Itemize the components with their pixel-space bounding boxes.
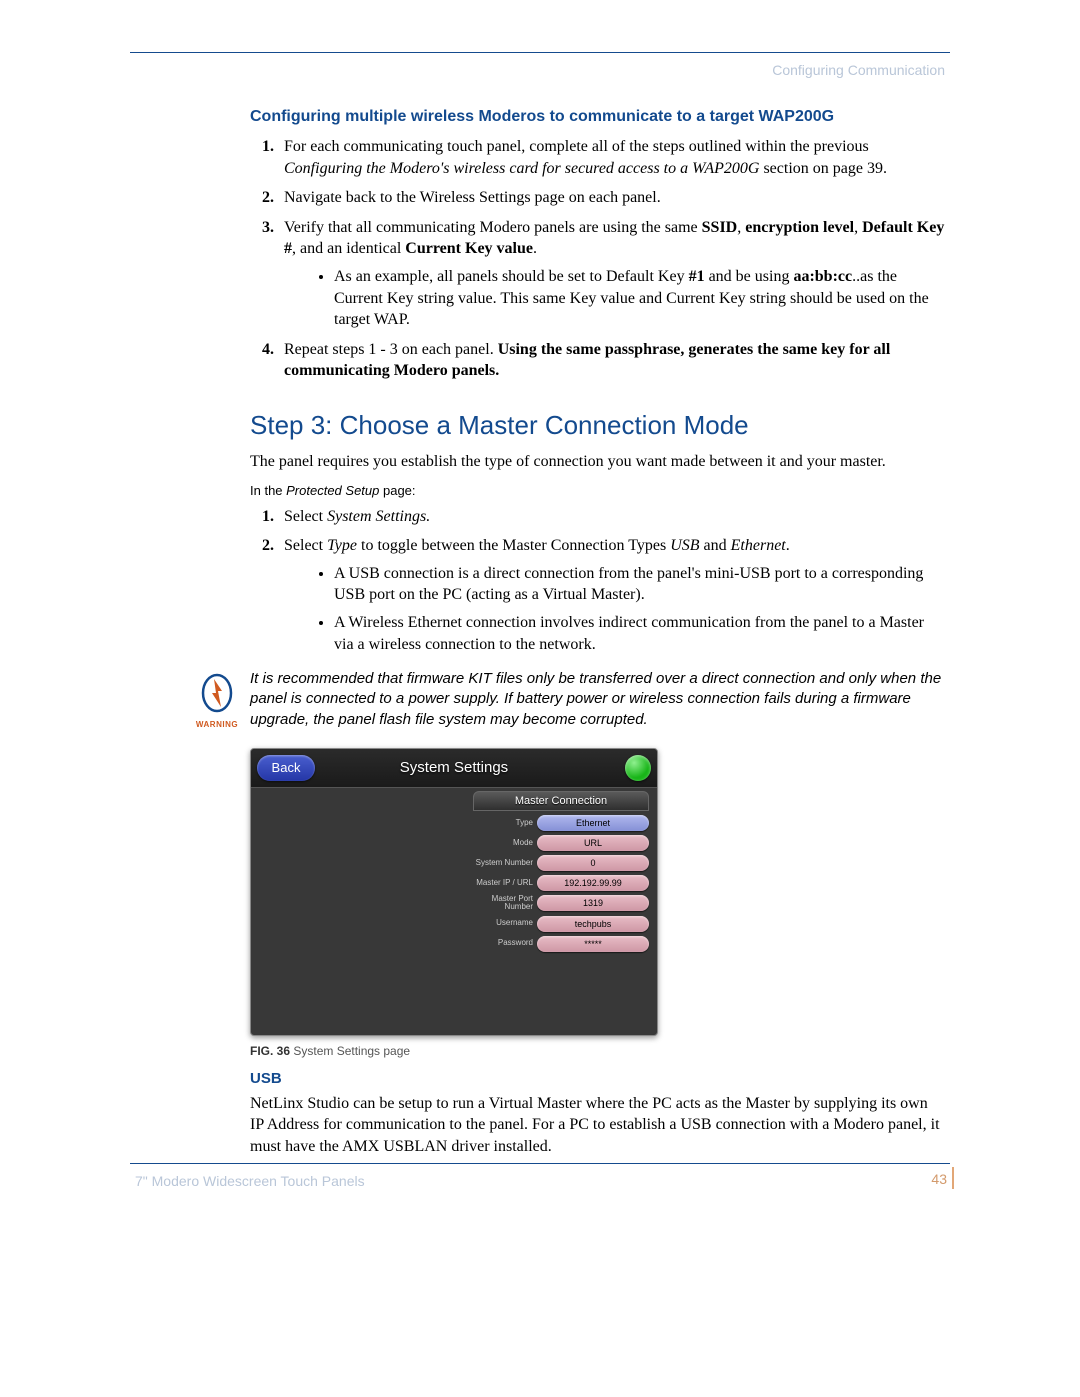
text: In the <box>250 483 286 498</box>
text: . <box>533 240 537 257</box>
list-item: Select System Settings. <box>278 506 945 528</box>
text-italic: USB <box>670 537 699 554</box>
figure-caption: FIG. 36 System Settings page <box>250 1044 945 1058</box>
table-row: Master Port Number 1319 <box>473 895 649 912</box>
type-field[interactable]: Ethernet <box>537 815 649 831</box>
list-item: A USB connection is a direct connection … <box>334 563 945 606</box>
text-italic: System Settings. <box>327 508 430 525</box>
table-row: Mode URL <box>473 835 649 851</box>
footer-rule <box>130 1163 950 1164</box>
text: A Wireless Ethernet connection involves … <box>334 614 924 653</box>
field-label: Mode <box>473 839 537 847</box>
ordered-list-2: Select System Settings. Select Type to t… <box>250 506 945 656</box>
footer-title: 7" Modero Widescreen Touch Panels <box>135 1173 365 1189</box>
field-label: Type <box>473 819 537 827</box>
master-connection-panel: Master Connection Type Ethernet Mode URL… <box>473 791 649 952</box>
password-field[interactable]: ***** <box>537 936 649 952</box>
table-row: Master IP / URL 192.192.99.99 <box>473 875 649 891</box>
panel-header: Back System Settings <box>251 749 657 788</box>
list-item: Repeat steps 1 - 3 on each panel. Using … <box>278 339 945 382</box>
text-bold: SSID <box>702 219 738 236</box>
field-label: Password <box>473 939 537 947</box>
text: and <box>700 537 731 554</box>
text: Navigate back to the Wireless Settings p… <box>284 189 661 206</box>
field-label: Master Port Number <box>473 895 537 912</box>
warning-icon <box>197 673 237 713</box>
text-bold: #1 <box>689 268 705 285</box>
text: page: <box>379 483 415 498</box>
text-bold: encryption level <box>745 219 854 236</box>
warning-label: WARNING <box>190 720 244 729</box>
table-row: Username techpubs <box>473 916 649 932</box>
text: For each communicating touch panel, comp… <box>284 138 869 155</box>
list-item: Navigate back to the Wireless Settings p… <box>278 187 945 209</box>
power-icon[interactable] <box>625 755 651 781</box>
master-port-field[interactable]: 1319 <box>537 895 649 911</box>
field-label: Master IP / URL <box>473 879 537 887</box>
paragraph: The panel requires you establish the typ… <box>250 451 945 473</box>
text: , <box>854 219 862 236</box>
username-field[interactable]: techpubs <box>537 916 649 932</box>
figure: Back System Settings Master Connection T… <box>250 748 945 1058</box>
subheading-usb: USB <box>250 1070 945 1087</box>
table-row: System Number 0 <box>473 855 649 871</box>
text: Verify that all communicating Modero pan… <box>284 219 702 236</box>
list-item: As an example, all panels should be set … <box>334 266 945 331</box>
text-italic: Ethernet <box>731 537 786 554</box>
figure-caption-text: System Settings page <box>290 1044 410 1058</box>
master-ip-field[interactable]: 192.192.99.99 <box>537 875 649 891</box>
mode-field[interactable]: URL <box>537 835 649 851</box>
table-row: Type Ethernet <box>473 815 649 831</box>
note-line: In the Protected Setup page: <box>250 483 945 498</box>
page-number-bar <box>952 1167 954 1189</box>
warning-icon-wrap: WARNING <box>190 669 244 729</box>
list-item: A Wireless Ethernet connection involves … <box>334 612 945 655</box>
text-italic: Configuring the Modero's wireless card f… <box>284 160 759 177</box>
header-rule <box>130 52 950 53</box>
master-connection-heading: Master Connection <box>473 791 649 811</box>
text: A USB connection is a direct connection … <box>334 565 923 604</box>
list-item: Verify that all communicating Modero pan… <box>278 217 945 331</box>
text: Select <box>284 537 327 554</box>
page-number: 43 <box>931 1171 947 1187</box>
text: to toggle between the Master Connection … <box>357 537 670 554</box>
text: and be using <box>705 268 794 285</box>
list-item: For each communicating touch panel, comp… <box>278 136 945 179</box>
panel-title: System Settings <box>251 759 657 776</box>
document-page: Configuring Communication Configuring mu… <box>0 0 1080 1397</box>
subsection-heading: Configuring multiple wireless Moderos to… <box>250 108 945 126</box>
field-label: System Number <box>473 859 537 867</box>
main-content: Configuring multiple wireless Moderos to… <box>250 108 945 1168</box>
text-bold: Current Key value <box>405 240 533 257</box>
sub-bullets: As an example, all panels should be set … <box>284 266 945 331</box>
text: , and an identical <box>292 240 405 257</box>
text: Repeat steps 1 - 3 on each panel. <box>284 341 498 358</box>
figure-number: FIG. 36 <box>250 1044 290 1058</box>
ordered-list-1: For each communicating touch panel, comp… <box>250 136 945 382</box>
sub-bullets: A USB connection is a direct connection … <box>284 563 945 655</box>
field-label: Username <box>473 919 537 927</box>
warning-text: It is recommended that firmware KIT file… <box>250 669 945 730</box>
system-number-field[interactable]: 0 <box>537 855 649 871</box>
text-italic: Protected Setup <box>286 483 379 498</box>
text-italic: Type <box>327 537 357 554</box>
step-heading: Step 3: Choose a Master Connection Mode <box>250 410 945 441</box>
system-settings-screenshot: Back System Settings Master Connection T… <box>250 748 658 1036</box>
text: As an example, all panels should be set … <box>334 268 689 285</box>
text-bold: aa:bb:cc <box>793 268 852 285</box>
paragraph: NetLinx Studio can be setup to run a Vir… <box>250 1093 945 1158</box>
table-row: Password ***** <box>473 936 649 952</box>
text: Select <box>284 508 327 525</box>
list-item: Select Type to toggle between the Master… <box>278 535 945 655</box>
header-section-title: Configuring Communication <box>772 62 945 78</box>
warning-block: WARNING It is recommended that firmware … <box>190 669 945 730</box>
text: section on page 39. <box>759 160 887 177</box>
text: . <box>786 537 790 554</box>
